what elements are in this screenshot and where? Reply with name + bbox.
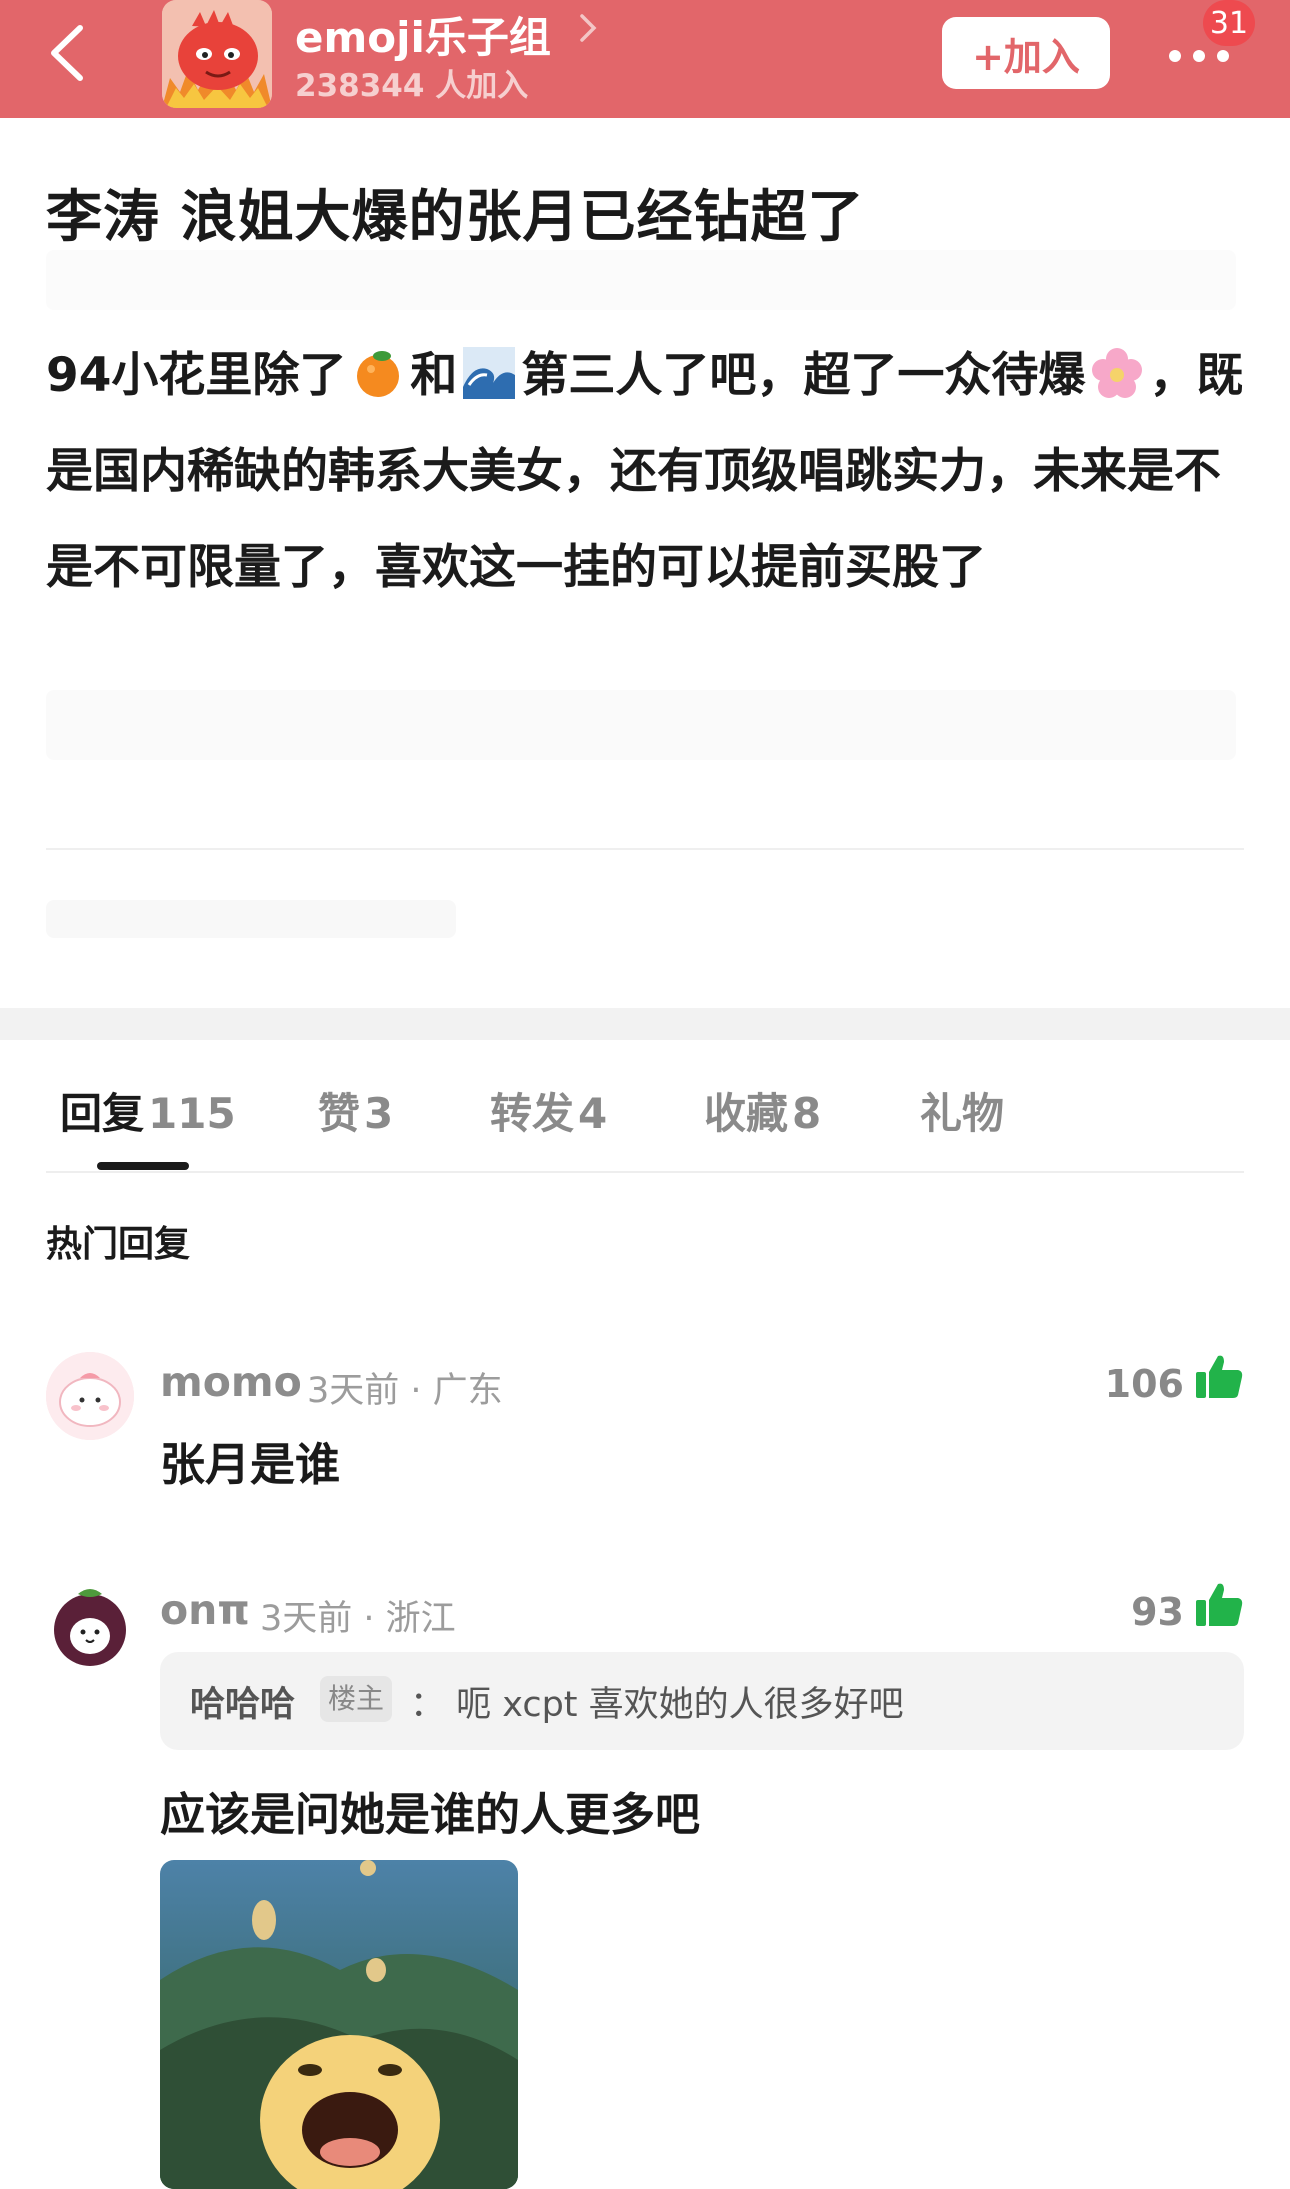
blossom-emoji-icon <box>1092 348 1143 398</box>
avatar[interactable] <box>46 1582 134 1670</box>
post-body-text: 第三人了吧，超了一众待爆 <box>521 348 1086 403</box>
chevron-right-icon[interactable] <box>576 10 600 46</box>
thumbs-up-icon[interactable] <box>1194 1580 1244 1630</box>
comment-username[interactable]: momo <box>160 1358 302 1406</box>
group-name[interactable]: emoji乐子组 <box>295 4 551 65</box>
join-button[interactable]: +加入 <box>942 17 1110 89</box>
like-count: 93 <box>1131 1590 1184 1634</box>
blurred-text-line <box>46 900 456 938</box>
op-badge: 楼主 <box>320 1676 393 1722</box>
tab-likes[interactable]: 赞3 <box>318 1080 393 1141</box>
comment-meta: 3天前 · 广东 <box>307 1371 503 1411</box>
tab-active-indicator <box>97 1162 189 1170</box>
tab-replies[interactable]: 回复115 <box>60 1080 236 1141</box>
thumbs-up-icon[interactable] <box>1194 1352 1244 1402</box>
wave-emoji-icon <box>463 347 516 399</box>
blurred-text-line <box>46 690 1236 760</box>
laughing-duck-meme-image <box>160 1860 518 2189</box>
top-bar: emoji乐子组 238344 人加入 +加入 31 <box>0 0 1290 118</box>
comment-username[interactable]: onπ <box>160 1586 250 1634</box>
tab-shares[interactable]: 转发4 <box>490 1080 607 1141</box>
notification-badge: 31 <box>1203 0 1255 46</box>
member-count: 238344 人加入 <box>295 68 529 104</box>
pink-creature-avatar-icon <box>46 1352 134 1440</box>
back-arrow-icon[interactable] <box>44 22 94 84</box>
dragon-avatar-icon <box>162 0 272 108</box>
comment-text: 张月是谁 <box>160 1438 341 1491</box>
quote-author[interactable]: 哈哈哈 <box>190 1676 295 1727</box>
mangosteen-avatar-icon <box>46 1582 134 1670</box>
group-avatar[interactable] <box>162 0 272 108</box>
comment-image[interactable] <box>160 1860 518 2189</box>
like-count: 106 <box>1104 1362 1184 1406</box>
orange-emoji-icon <box>357 351 400 397</box>
comment-text: 应该是问她是谁的人更多吧 <box>160 1788 701 1841</box>
post-title: 李涛 浪姐大爆的张月已经钻超了 <box>46 185 865 250</box>
post-body-text: 94小花里除了 <box>46 348 347 403</box>
post-body: 94小花里除了和第三人了吧，超了一众待爆 ，既是国内稀缺的韩系大美女，还有顶级唱跳… <box>46 328 1246 616</box>
blurred-text-line <box>46 250 1236 310</box>
avatar[interactable] <box>46 1352 134 1440</box>
post-body-text: 和 <box>410 348 458 403</box>
quoted-reply[interactable]: 哈哈哈 楼主 ： 呃 xcpt 喜欢她的人很多好吧 <box>160 1652 1244 1750</box>
divider <box>46 848 1244 850</box>
tab-gifts[interactable]: 礼物 <box>920 1080 1008 1141</box>
quote-text: ： 呃 xcpt 喜欢她的人很多好吧 <box>410 1685 904 1725</box>
section-gap <box>0 1008 1290 1040</box>
tab-favorites[interactable]: 收藏8 <box>704 1080 821 1141</box>
comment-meta: 3天前 · 浙江 <box>260 1599 456 1639</box>
tab-divider <box>46 1171 1244 1173</box>
hot-replies-title: 热门回复 <box>46 1224 191 1265</box>
